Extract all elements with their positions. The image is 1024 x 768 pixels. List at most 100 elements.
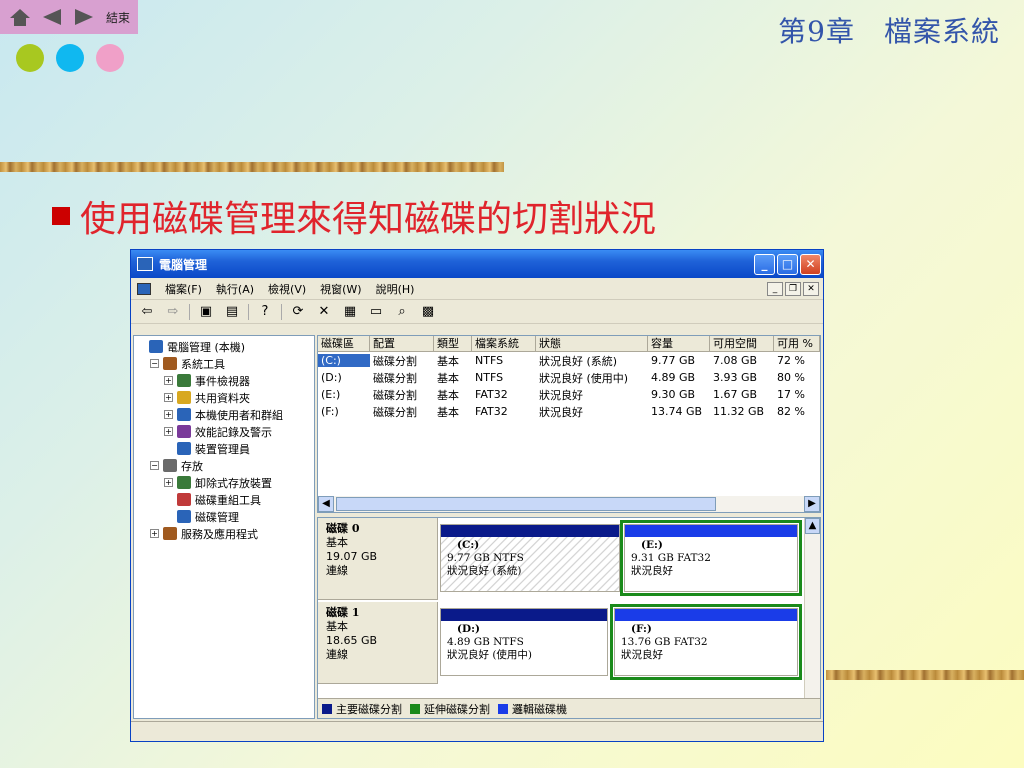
partition-block[interactable]: (C:) 9.77 GB NTFS 狀況良好 (系統) — [440, 524, 620, 592]
expander-icon[interactable]: + — [150, 529, 159, 538]
up-icon[interactable]: ▣ — [196, 303, 216, 321]
tree-node-icon — [177, 442, 191, 455]
column-header[interactable]: 檔案系統 — [472, 336, 536, 351]
partition-block[interactable]: (D:) 4.89 GB NTFS 狀況良好 (使用中) — [440, 608, 608, 676]
volume-cell: 7.08 GB — [713, 354, 758, 367]
tree-node-icon — [177, 391, 191, 404]
menu-file[interactable]: 檔案(F) — [165, 281, 202, 297]
forward-icon[interactable]: ⇨ — [163, 303, 183, 321]
decorative-dots — [16, 44, 124, 72]
volume-cell: 磁碟分割 — [373, 354, 417, 368]
expander-icon[interactable]: + — [164, 410, 173, 419]
partition-label: (F:) — [631, 623, 652, 635]
status-bar — [131, 721, 823, 741]
scroll-right-icon[interactable]: ▶ — [804, 496, 820, 512]
legend-swatch — [410, 703, 420, 714]
computer-icon — [137, 282, 151, 295]
next-slide-icon[interactable] — [70, 5, 98, 29]
partition-block[interactable]: (F:) 13.76 GB FAT32 狀況良好 — [610, 604, 802, 680]
tree-item[interactable]: − 系統工具 — [136, 355, 312, 372]
vertical-scrollbar[interactable]: ▲ ▼ — [804, 518, 820, 718]
close-button[interactable]: ✕ — [800, 253, 821, 275]
open-icon[interactable]: ▭ — [366, 303, 386, 321]
tree-item[interactable]: 磁碟管理 — [136, 508, 312, 525]
back-icon[interactable]: ⇦ — [137, 303, 157, 321]
volume-row[interactable]: (F:) 磁碟分割 基本 FAT32 狀況良好 13.74 GB 11.32 GB 82 % — [318, 403, 820, 420]
column-header[interactable]: 磁碟區 — [318, 336, 370, 351]
settings-icon[interactable]: ▩ — [418, 303, 438, 321]
tree-item[interactable]: 電腦管理 (本機) — [136, 338, 312, 355]
minimize-button[interactable]: _ — [754, 253, 775, 275]
tree-item[interactable]: + 服務及應用程式 — [136, 525, 312, 542]
show-hide-tree-icon[interactable]: ▤ — [222, 303, 242, 321]
disk-row: 磁碟 1 基本 18.65 GB 連線 (D:) 4.89 GB NTFS 狀況良好 (使用… — [318, 602, 804, 684]
expander-icon[interactable]: + — [164, 376, 173, 385]
help-icon[interactable]: ? — [255, 303, 275, 321]
legend: 主要磁碟分割 延伸磁碟分割 邏輯磁碟機 — [318, 698, 820, 718]
find-icon[interactable]: ⌕ — [392, 303, 412, 321]
expander-icon[interactable]: + — [164, 393, 173, 402]
disk-info[interactable]: 磁碟 1 基本 18.65 GB 連線 — [318, 602, 438, 684]
column-header[interactable]: 容量 — [648, 336, 710, 351]
volume-cell: 狀況良好 (使用中) — [539, 371, 629, 385]
end-link[interactable]: 結束 — [106, 9, 130, 26]
scrollbar-thumb[interactable] — [336, 497, 716, 511]
column-header[interactable]: 可用 % — [774, 336, 820, 351]
delete-icon[interactable]: ✕ — [314, 303, 334, 321]
maximize-button[interactable]: □ — [777, 253, 798, 275]
tree-item[interactable]: + 效能記錄及警示 — [136, 423, 312, 440]
tree-item[interactable]: + 卸除式存放裝置 — [136, 474, 312, 491]
mdi-close-button[interactable]: ✕ — [803, 281, 819, 296]
expander-icon[interactable]: − — [150, 359, 159, 368]
column-header[interactable]: 可用空間 — [710, 336, 774, 351]
scroll-left-icon[interactable]: ◀ — [318, 496, 334, 512]
tree-item[interactable]: 裝置管理員 — [136, 440, 312, 457]
menu-help[interactable]: 說明(H) — [376, 281, 415, 297]
expander-icon[interactable]: + — [164, 478, 173, 487]
volume-row[interactable]: (E:) 磁碟分割 基本 FAT32 狀況良好 9.30 GB 1.67 GB 17 % — [318, 386, 820, 403]
tree-item-label: 事件檢視器 — [195, 374, 250, 388]
expander-icon[interactable]: − — [150, 461, 159, 470]
tree-item[interactable]: 磁碟重組工具 — [136, 491, 312, 508]
volume-name-cell: (D:) — [321, 371, 342, 384]
prev-slide-icon[interactable] — [38, 5, 66, 29]
home-icon[interactable] — [6, 5, 34, 29]
partition-status: 狀況良好 (系統) — [447, 565, 522, 577]
disk-status: 連線 — [326, 564, 348, 577]
tree-item[interactable]: + 事件檢視器 — [136, 372, 312, 389]
column-header[interactable]: 狀態 — [536, 336, 648, 351]
volume-cell: 1.67 GB — [713, 388, 758, 401]
slide-nav-bar: 結束 — [0, 0, 138, 34]
tree-item[interactable]: + 共用資料夾 — [136, 389, 312, 406]
volume-row[interactable]: (C:) 磁碟分割 基本 NTFS 狀況良好 (系統) 9.77 GB 7.08 GB 72 … — [318, 352, 820, 369]
menu-window[interactable]: 視窗(W) — [320, 281, 361, 297]
tree-item[interactable]: + 本機使用者和群組 — [136, 406, 312, 423]
volume-cell: NTFS — [475, 354, 504, 367]
tree-node-icon — [163, 459, 177, 472]
volume-name-cell: (C:) — [318, 354, 370, 367]
properties-icon[interactable]: ▦ — [340, 303, 360, 321]
expander-icon[interactable]: + — [164, 427, 173, 436]
tree-item[interactable]: − 存放 — [136, 457, 312, 474]
column-header[interactable]: 配置 — [370, 336, 434, 351]
legend-swatch — [322, 703, 332, 714]
volume-row[interactable]: (D:) 磁碟分割 基本 NTFS 狀況良好 (使用中) 4.89 GB 3.93 GB 80… — [318, 369, 820, 386]
dot-pink — [96, 44, 124, 72]
disk-status: 連線 — [326, 648, 348, 661]
disk-info[interactable]: 磁碟 0 基本 19.07 GB 連線 — [318, 518, 438, 600]
menu-view[interactable]: 檢視(V) — [268, 281, 306, 297]
menu-action[interactable]: 執行(A) — [216, 281, 254, 297]
dot-blue — [56, 44, 84, 72]
refresh-icon[interactable]: ⟳ — [288, 303, 308, 321]
tree-node-icon — [149, 340, 163, 353]
horizontal-scrollbar[interactable]: ◀ ▶ — [318, 496, 820, 512]
partition-block[interactable]: (E:) 9.31 GB FAT32 狀況良好 — [620, 520, 802, 596]
title-bar[interactable]: 電腦管理 _ □ ✕ — [131, 250, 823, 278]
volume-list-header: 磁碟區 配置 類型 檔案系統 狀態 容量 可用空間 可用 % — [318, 336, 820, 352]
column-header[interactable]: 類型 — [434, 336, 472, 351]
scroll-up-icon[interactable]: ▲ — [805, 518, 820, 534]
mdi-restore-button[interactable]: ❐ — [785, 281, 801, 296]
mdi-minimize-button[interactable]: _ — [767, 281, 783, 296]
partition-type-bar — [615, 609, 797, 621]
